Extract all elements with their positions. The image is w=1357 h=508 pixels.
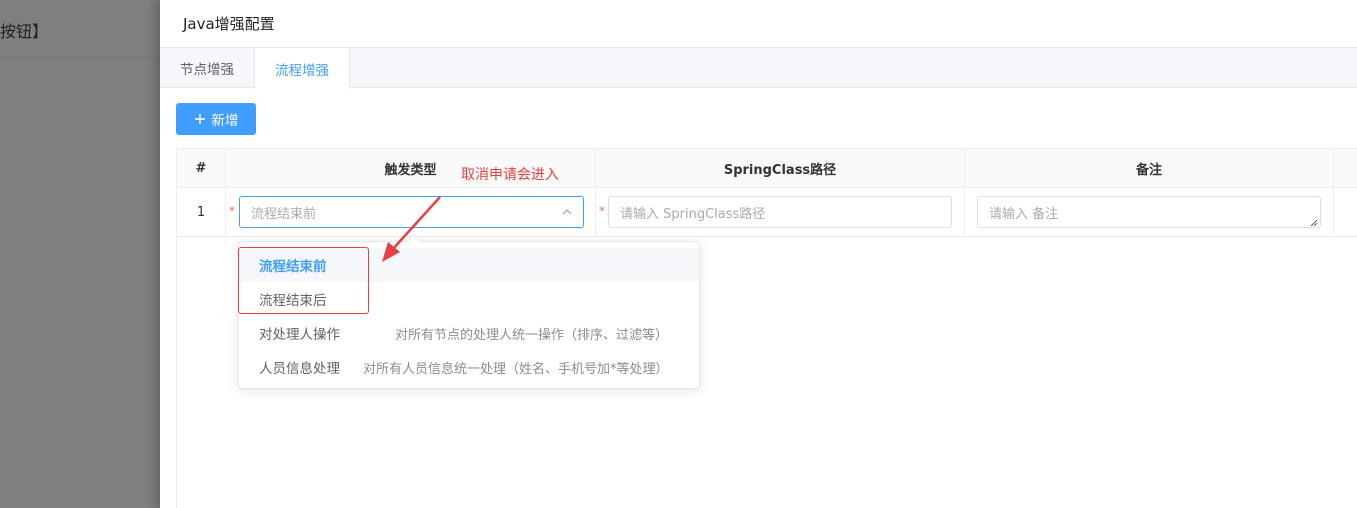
trigger-type-dropdown: 流程结束前 流程结束后 对处理人操作 对所有节点的处理人统一操作（排序、过滤等）… [238,233,700,389]
springclass-path-input[interactable]: 请输入 SpringClass路径 [608,196,952,228]
option-label: 流程结束后 [259,293,327,309]
option-handler-operation[interactable]: 对处理人操作 对所有节点的处理人统一操作（排序、过滤等） [239,316,699,350]
table-header: # 触发类型 SpringClass路径 备注 [177,149,1357,188]
option-description: 对所有人员信息统一处理（姓名、手机号加*等处理） [363,361,669,377]
table-row: 1 * * 请输入 SpringClass路径 请输入 备注 流程结束前 [177,188,1357,237]
header-springclass-path: SpringClass路径 [596,149,965,188]
option-label: 流程结束前 [259,259,327,275]
option-after-end[interactable]: 流程结束后 [239,282,699,316]
tab-bar: 节点增强 流程增强 [160,48,1357,89]
option-description: 对所有节点的处理人统一操作（排序、过滤等） [395,327,669,343]
modal-backdrop[interactable]: 按钮】 [0,0,160,508]
drawer-header: Java增强配置 [160,0,1357,48]
add-button[interactable]: 新增 [176,103,256,135]
remark-textarea[interactable]: 请输入 备注 [977,196,1321,228]
chevron-up-icon [562,209,572,215]
header-remark: 备注 [965,149,1334,188]
drawer-title: Java增强配置 [183,15,275,33]
trigger-type-select[interactable]: 流程结束前 [239,196,584,228]
row-index-value: 1 [196,205,206,220]
cell-remark: 请输入 备注 [965,188,1334,237]
tab-node-enhance[interactable]: 节点增强 [160,48,254,88]
cell-springclass-path: * 请输入 SpringClass路径 [596,188,965,237]
required-mark: * [599,204,605,218]
option-label: 人员信息处理 [259,361,340,377]
option-before-end[interactable]: 流程结束前 [239,248,699,282]
resize-handle-icon[interactable] [1310,219,1318,227]
plus-icon [194,114,205,124]
tab-process-enhance[interactable]: 流程增强 [254,48,350,89]
annotation-text: 取消申请会进入 [461,167,559,183]
option-person-info[interactable]: 人员信息处理 对所有人员信息统一处理（姓名、手机号加*等处理） [239,350,699,384]
header-index: # [177,149,226,188]
option-label: 对处理人操作 [259,327,340,343]
required-mark: * [229,204,235,218]
row-index: 1 [177,188,226,237]
backdrop-divider [0,57,160,58]
trigger-type-placeholder: 流程结束前 [251,206,317,222]
add-button-label: 新增 [211,113,239,128]
backdrop-text: 按钮】 [0,22,49,41]
